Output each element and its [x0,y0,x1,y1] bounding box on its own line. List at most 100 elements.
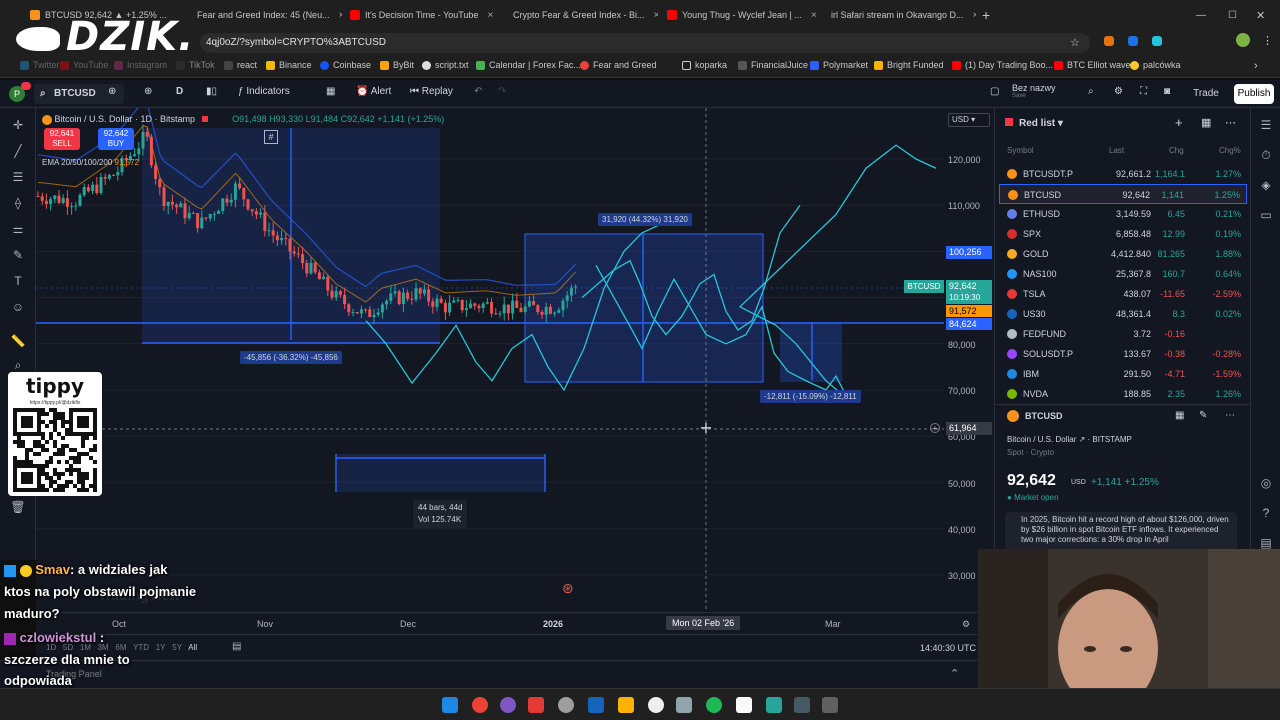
layout-icon[interactable]: ▦ [1175,410,1184,421]
target-icon[interactable]: ◎ [1258,476,1274,490]
buy-button[interactable]: 92,642 BUY [98,128,134,150]
range-all[interactable]: All [188,643,197,652]
more-icon[interactable]: ⋯ [1225,116,1236,129]
close-tab-icon[interactable]: × [973,10,976,21]
grid-icon[interactable]: # [264,130,278,144]
watchlist-row[interactable]: US30 48,361.4 8.3 0.02% [999,304,1247,324]
watchlist-row[interactable]: ETHUSD 3,149.59 6.45 0.21% [999,204,1247,224]
bookmark-item[interactable]: Instagram [114,60,167,70]
close-tab-icon[interactable]: × [339,10,342,21]
watchlist-row[interactable]: FEDFUND 3.72 -0.16 [999,324,1247,344]
price-chart[interactable]: + TradingView [36,108,944,612]
add-symbol-icon[interactable]: ⊕ [108,86,116,97]
layout-icon[interactable]: ▢ [990,86,999,97]
help-icon[interactable]: ? [1258,506,1274,520]
layout-name[interactable]: Bez nazwy Save [1012,83,1056,99]
undo-icon[interactable]: ↶ [474,86,482,97]
text-icon[interactable]: T [10,274,26,288]
date-range-icon[interactable]: ▤ [232,641,241,652]
zoom-icon[interactable]: ⌕ [10,358,26,372]
clock[interactable]: 14:40:30 UTC [920,643,976,653]
app-icon[interactable] [822,697,838,713]
app-icon[interactable] [736,697,752,713]
watchlist-row[interactable]: TSLA 438.07 -11.65 -2.59% [999,284,1247,304]
close-tab-icon[interactable]: × [654,10,658,21]
more-icon[interactable]: ⋯ [1225,410,1235,421]
app-icon[interactable] [528,697,544,713]
bookmark-item[interactable]: (1) Day Trading Boo... [952,60,1053,70]
trend-line-icon[interactable]: ╱ [10,144,26,158]
watchlist-row[interactable]: SOLUSDT.P 133.67 -0.38 -0.28% [999,344,1247,364]
folder-icon[interactable] [618,697,634,713]
publish-button[interactable]: Publish [1234,84,1274,104]
watchlist-row[interactable]: BTCUSD 92,642 1,141 1.25% [999,184,1247,204]
bookmark-item[interactable]: TikTok [176,60,215,70]
layers-icon[interactable]: ◈ [1258,178,1274,192]
add-symbol-icon[interactable]: + [1175,115,1183,130]
edit-icon[interactable]: ✎ [1199,410,1207,421]
watchlist-row[interactable]: IBM 291.50 -4.71 -1.59% [999,364,1247,384]
alert-button[interactable]: ⏰ Alert [356,86,391,97]
extension-icon[interactable] [1152,36,1162,46]
settings-icon[interactable]: ⚙ [1114,86,1123,97]
browser-tab[interactable]: Fear and Greed Index: 45 (Neu... × [192,4,342,26]
app-icon[interactable] [676,697,692,713]
ruler-icon[interactable]: 📏 [10,334,26,348]
range-5y[interactable]: 5Y [172,643,182,652]
watchlist-icon[interactable]: ☰ [1258,118,1274,132]
prediction-icon[interactable]: ⚌ [10,222,26,236]
emoji-icon[interactable]: ☺ [10,300,26,314]
browser-tab[interactable]: irl Safari stream in Okavango D... × [826,4,976,26]
app-icon[interactable] [794,697,810,713]
measure-box-top[interactable] [524,233,764,383]
star-icon[interactable]: ☆ [1070,36,1080,49]
camera-icon[interactable]: ◙ [1164,86,1170,97]
price-axis[interactable]: USD ▾ 120,000 110,000 80,000 70,000 60,0… [904,108,994,612]
bookmark-item[interactable]: Coinbase [320,60,371,70]
watchlist-row[interactable]: NVDA 188.85 2.35 1.26% [999,384,1247,404]
fib-icon[interactable]: ☰ [10,170,26,184]
chart-canvas[interactable]: + TradingView Bitcoin / U.S. Dollar · 1D… [36,108,944,612]
watchlist-row[interactable]: NAS100 25,367.8 160.7 0.64% [999,264,1247,284]
menu-icon[interactable]: ⋮ [1262,34,1273,47]
close-tab-icon[interactable]: × [811,10,817,21]
time-axis[interactable]: Oct Nov Dec 2026 Mon 02 Feb '26 Mar ⚙ [36,612,994,634]
measure-box-right[interactable] [780,322,842,382]
collapse-icon[interactable]: ⌃ [950,667,959,680]
bookmark-item[interactable]: Twitter [20,60,60,70]
date-range-box[interactable] [336,454,545,492]
columns-icon[interactable]: ▦ [1201,116,1211,129]
steam-icon[interactable] [588,697,604,713]
minimize-icon[interactable]: — [1196,4,1206,26]
windows-start-icon[interactable] [442,697,458,713]
app-icon[interactable] [766,697,782,713]
bookmark-item[interactable]: koparka [682,60,727,70]
watchlist-row[interactable]: SPX 6,858.48 12.99 0.19% [999,224,1247,244]
trade-button[interactable]: Trade [1188,84,1224,104]
chrome-icon[interactable] [472,697,488,713]
app-icon[interactable] [558,697,574,713]
discord-icon[interactable] [500,697,516,713]
extension-icon[interactable] [1128,36,1138,46]
bookmark-item[interactable]: FinancialJuice [738,60,808,70]
pattern-icon[interactable]: ⟠ [10,196,26,210]
browser-tab[interactable]: Crypto Fear & Greed Index - Bi... × [508,4,658,26]
bookmark-item[interactable]: YouTube [60,60,108,70]
bookmark-item[interactable]: ByBit [380,60,414,70]
templates-icon[interactable]: ▦ [326,86,335,97]
cursor-icon[interactable]: ✛ [10,118,26,132]
settings-icon[interactable]: ⚙ [962,619,970,630]
bookmark-item[interactable]: script.txt [422,60,469,70]
app-icon[interactable] [648,697,664,713]
sell-button[interactable]: 92,641 SELL [44,128,80,150]
search-icon[interactable]: ⌕ [1088,86,1094,97]
new-tab-button[interactable]: + [982,4,996,26]
range-ytd[interactable]: YTD [133,643,149,652]
range-1y[interactable]: 1Y [156,643,166,652]
range-6m[interactable]: 6M [115,643,126,652]
indicators-button[interactable]: ƒ Indicators [238,86,290,97]
browser-tab[interactable]: It's Decision Time - YouTube × [350,4,500,26]
bookmark-item[interactable]: Fear and Greed [580,60,657,70]
candles-icon[interactable]: ▮▯ [206,86,217,97]
alerts-icon[interactable]: ⏱ [1258,148,1274,162]
